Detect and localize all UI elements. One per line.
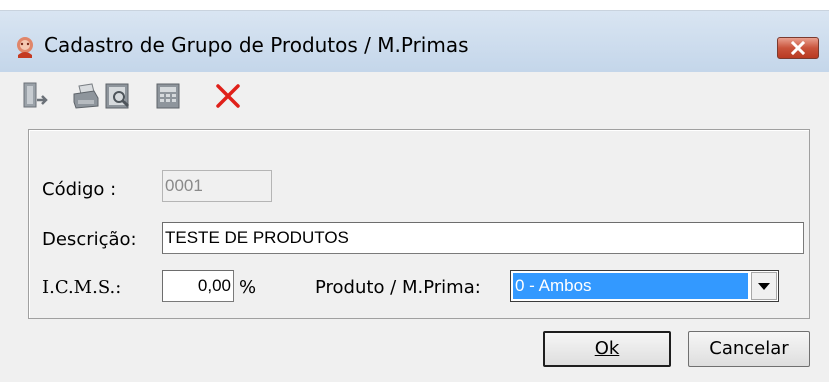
- print-icon[interactable]: [70, 80, 102, 112]
- produto-mprima-label: Produto / M.Prima:: [315, 277, 481, 298]
- ok-button-label: Ok: [594, 338, 620, 359]
- cancel-button[interactable]: Cancelar: [688, 331, 810, 367]
- preview-icon[interactable]: [102, 80, 134, 112]
- toolbar: [0, 72, 829, 122]
- window-title: Cadastro de Grupo de Produtos / M.Primas: [44, 33, 469, 57]
- delete-icon[interactable]: [212, 80, 244, 112]
- ok-button[interactable]: Ok: [543, 331, 671, 367]
- icms-field[interactable]: 0,00: [162, 270, 234, 302]
- chevron-down-icon: [758, 283, 770, 290]
- close-icon: [791, 41, 805, 55]
- exit-icon[interactable]: [20, 80, 52, 112]
- dialog-window: Cadastro de Grupo de Produtos / M.Primas: [0, 10, 829, 382]
- title-bar[interactable]: Cadastro de Grupo de Produtos / M.Primas: [0, 11, 829, 72]
- cancel-button-label: Cancelar: [709, 338, 789, 359]
- icms-label: I.C.M.S.:: [42, 277, 122, 298]
- app-icon: [13, 35, 37, 59]
- calculator-icon[interactable]: [152, 80, 184, 112]
- codigo-label: Código :: [42, 179, 117, 200]
- produto-mprima-selected-value: 0 - Ambos: [513, 273, 748, 299]
- descricao-field[interactable]: TESTE DE PRODUTOS: [162, 222, 804, 254]
- codigo-field: 0001: [162, 170, 272, 202]
- dropdown-button[interactable]: [751, 272, 777, 300]
- descricao-label: Descrição:: [42, 229, 137, 250]
- produto-mprima-select[interactable]: 0 - Ambos: [510, 270, 779, 302]
- close-button[interactable]: [777, 37, 819, 59]
- icms-percent-label: %: [239, 277, 257, 298]
